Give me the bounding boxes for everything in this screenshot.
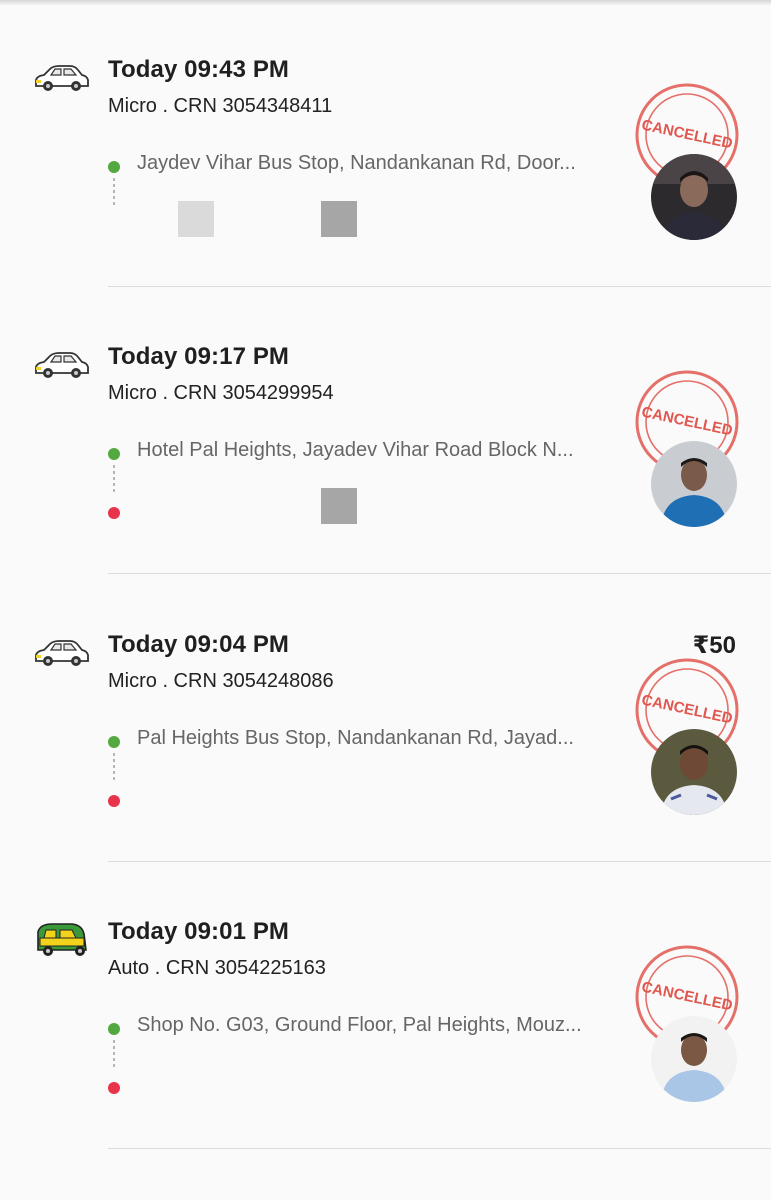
ride-time: Today 09:17 PM xyxy=(108,343,290,370)
driver-photo-icon xyxy=(651,1016,737,1102)
driver-photo-icon xyxy=(651,154,737,240)
ride-time: Today 09:04 PM xyxy=(108,631,290,658)
pickup-dot-icon xyxy=(108,736,120,748)
car-icon xyxy=(35,65,89,91)
auto-rickshaw-icon xyxy=(37,923,87,956)
driver-photo-icon xyxy=(651,441,737,527)
drop-dot-icon xyxy=(108,1082,120,1094)
pickup-address: Jaydev Vihar Bus Stop, Nandankanan Rd, D… xyxy=(137,152,576,174)
ride-card[interactable]: Today 09:17 PM Micro . CRN 3054299954 Ho… xyxy=(0,287,771,574)
route-connector xyxy=(113,753,115,783)
pickup-address: Pal Heights Bus Stop, Nandankanan Rd, Ja… xyxy=(137,727,574,749)
route-connector xyxy=(113,178,115,208)
divider xyxy=(108,573,771,574)
car-icon xyxy=(35,352,89,378)
ride-card[interactable]: Today 09:01 PM Auto . CRN 3054225163 Sho… xyxy=(0,862,771,1149)
redacted-block xyxy=(178,201,214,237)
drop-dot-icon xyxy=(108,507,120,519)
pickup-dot-icon xyxy=(108,161,120,173)
ride-time: Today 09:01 PM xyxy=(108,918,290,945)
pickup-dot-icon xyxy=(108,448,120,460)
stamp-text: CANCELLED xyxy=(640,692,734,728)
ride-category-crn: Micro . CRN 3054348411 xyxy=(108,95,333,117)
pickup-address: Shop No. G03, Ground Floor, Pal Heights,… xyxy=(137,1014,582,1036)
car-icon xyxy=(35,640,89,666)
divider xyxy=(108,1148,771,1149)
ride-category-crn: Auto . CRN 3054225163 xyxy=(108,957,326,979)
ride-card[interactable]: Today 09:04 PM ₹50 Micro . CRN 305424808… xyxy=(0,575,771,862)
ride-card[interactable]: Today 09:43 PM Micro . CRN 3054348411 Ja… xyxy=(0,0,771,287)
drop-dot-icon xyxy=(108,795,120,807)
driver-avatar[interactable] xyxy=(651,1016,737,1102)
ride-category-crn: Micro . CRN 3054248086 xyxy=(108,670,334,692)
stamp-text: CANCELLED xyxy=(640,979,734,1015)
driver-photo-icon xyxy=(651,729,737,815)
driver-avatar[interactable] xyxy=(651,729,737,815)
pickup-address: Hotel Pal Heights, Jayadev Vihar Road Bl… xyxy=(137,439,574,461)
stamp-text: CANCELLED xyxy=(640,404,734,440)
ride-time: Today 09:43 PM xyxy=(108,56,290,83)
redacted-block xyxy=(321,201,357,237)
ride-category-crn: Micro . CRN 3054299954 xyxy=(108,382,334,404)
driver-avatar[interactable] xyxy=(651,441,737,527)
route-connector xyxy=(113,1040,115,1070)
redacted-block xyxy=(321,488,357,524)
route-connector xyxy=(113,465,115,495)
pickup-dot-icon xyxy=(108,1023,120,1035)
stamp-text: CANCELLED xyxy=(640,117,734,153)
driver-avatar[interactable] xyxy=(651,154,737,240)
